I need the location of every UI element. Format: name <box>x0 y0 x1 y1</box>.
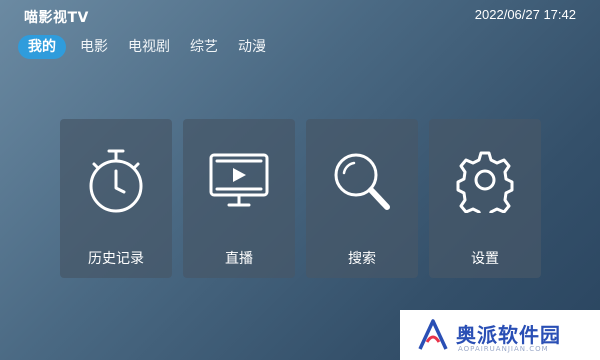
settings-card[interactable]: 设置 <box>429 119 541 278</box>
live-card[interactable]: 直播 <box>183 119 295 278</box>
gear-icon <box>456 151 514 213</box>
stopwatch-icon <box>89 149 143 213</box>
tab-movies[interactable]: 电影 <box>72 35 116 59</box>
settings-label: 设置 <box>471 251 499 267</box>
history-label: 历史记录 <box>88 251 144 267</box>
search-label: 搜索 <box>348 251 376 267</box>
live-label: 直播 <box>225 251 253 267</box>
search-card[interactable]: 搜索 <box>306 119 418 278</box>
watermark-logo-icon <box>418 319 448 350</box>
tab-tv-series[interactable]: 电视剧 <box>120 35 178 59</box>
category-tabs: 我的 电影 电视剧 综艺 动漫 <box>18 35 278 59</box>
watermark: 奥派软件园 AOPAIRUANJIAN.COM <box>400 310 600 360</box>
tab-anime[interactable]: 动漫 <box>230 35 274 59</box>
app-title: 喵影视TV <box>24 10 89 26</box>
watermark-subtext: AOPAIRUANJIAN.COM <box>458 345 549 353</box>
clock: 2022/06/27 17:42 <box>474 7 576 22</box>
tab-variety[interactable]: 综艺 <box>182 35 226 59</box>
watermark-text: 奥派软件园 <box>456 323 561 347</box>
search-icon <box>334 153 390 210</box>
tab-mine[interactable]: 我的 <box>18 35 66 59</box>
history-card[interactable]: 历史记录 <box>60 119 172 278</box>
feature-cards: 历史记录 直播 搜索 设置 <box>60 119 541 278</box>
tv-play-icon <box>209 153 269 207</box>
